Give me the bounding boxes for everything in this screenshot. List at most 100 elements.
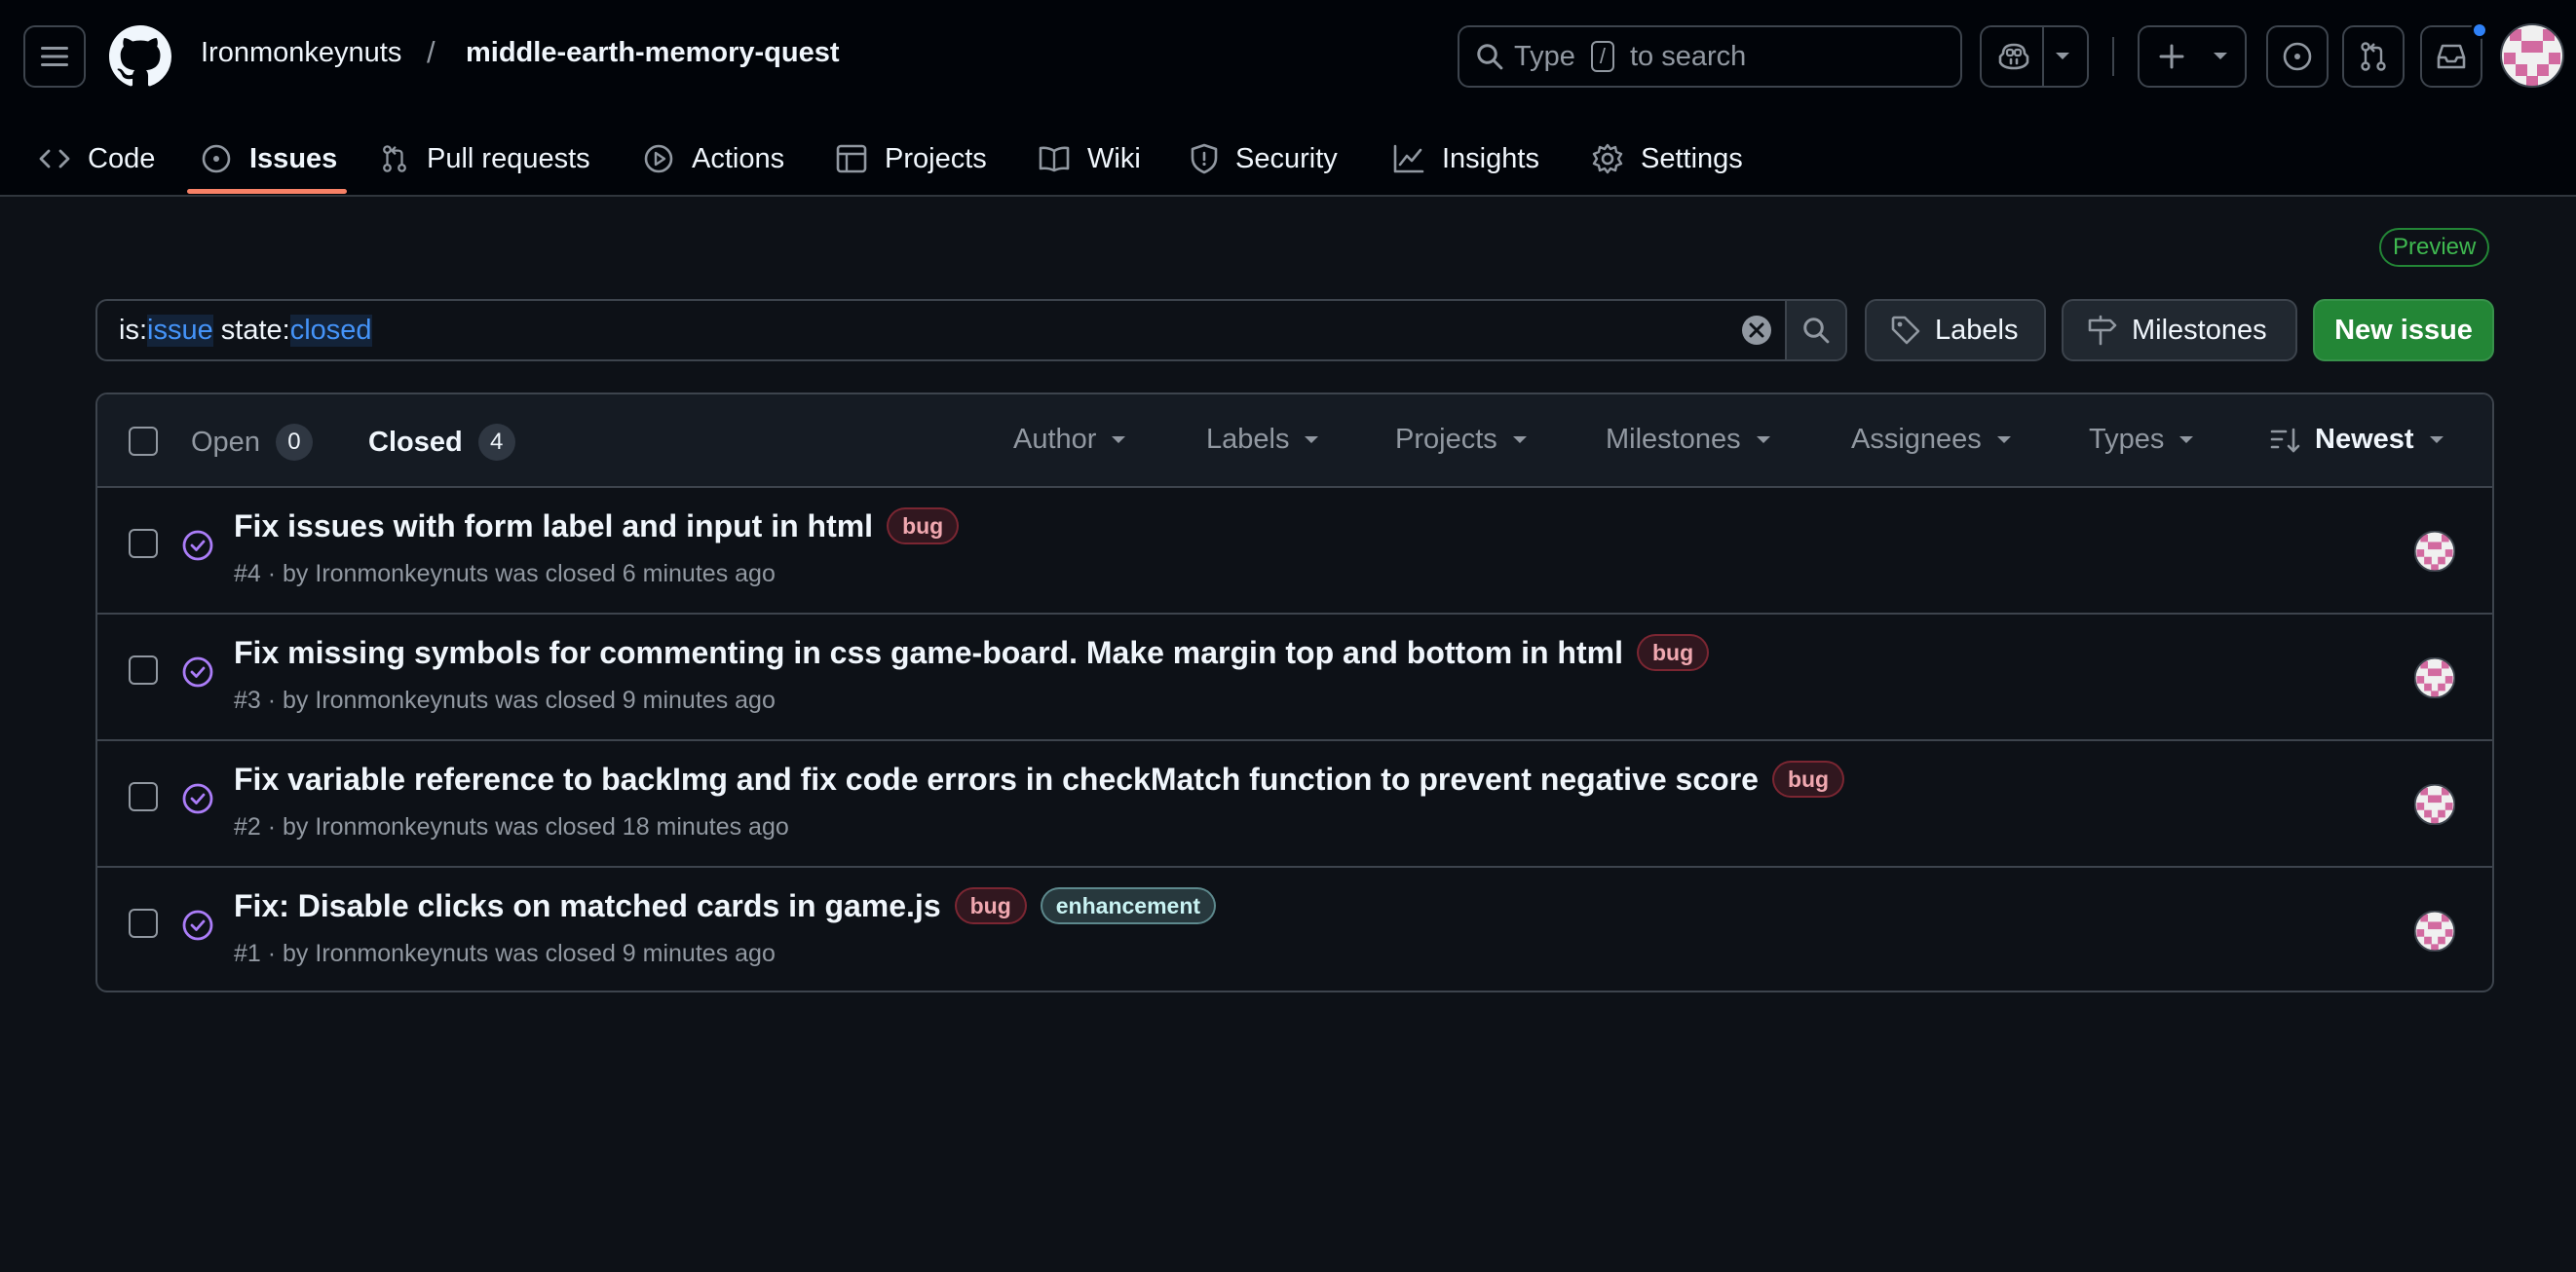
app-header: Ironmonkeynuts / middle-earth-memory-que… — [0, 0, 2576, 197]
issue-title-link[interactable]: Fix variable reference to backImg and fi… — [234, 762, 1759, 798]
milestone-icon — [2087, 315, 2118, 346]
filter-author-label: Author — [1013, 424, 1097, 455]
issue-checkbox[interactable] — [129, 529, 158, 558]
issue-checkbox[interactable] — [129, 782, 158, 811]
issue-checkbox[interactable] — [129, 909, 158, 938]
assignee-avatar[interactable] — [2414, 531, 2455, 572]
copilot-button[interactable] — [1980, 25, 2089, 88]
sort-dropdown[interactable]: Newest — [2270, 424, 2445, 456]
tab-actions[interactable]: Actions — [643, 121, 784, 197]
graph-icon — [1393, 144, 1424, 173]
filter-assignees[interactable]: Assignees — [1851, 424, 2013, 456]
filter-author[interactable]: Author — [1013, 424, 1127, 456]
create-new-button[interactable] — [2138, 25, 2247, 88]
plus-icon — [2159, 44, 2184, 69]
hamburger-icon — [41, 45, 68, 68]
tab-issues[interactable]: Issues — [201, 121, 337, 197]
filter-types[interactable]: Types — [2089, 424, 2195, 456]
closed-issues-tab[interactable]: Closed 4 — [368, 424, 515, 461]
breadcrumb-owner[interactable]: Ironmonkeynuts — [201, 37, 401, 69]
milestones-button[interactable]: Milestones — [2062, 299, 2297, 361]
chevron-down-icon — [1995, 434, 2013, 446]
issue-title-line: Fix missing symbols for commenting in cs… — [234, 634, 1710, 671]
filter-types-label: Types — [2089, 424, 2165, 455]
issue-title-link[interactable]: Fix: Disable clicks on matched cards in … — [234, 888, 941, 924]
tab-security-label: Security — [1235, 142, 1338, 174]
label-bug[interactable]: bug — [1771, 761, 1845, 798]
global-search-input[interactable]: Type / to search — [1458, 25, 1962, 88]
closed-count-badge: 4 — [477, 424, 515, 461]
chevron-down-icon — [2178, 434, 2195, 446]
menu-button[interactable] — [23, 25, 86, 88]
closed-tab-label: Closed — [368, 426, 463, 458]
tab-security[interactable]: Security — [1191, 121, 1338, 197]
sort-desc-icon — [2270, 427, 2301, 454]
tab-settings-label: Settings — [1641, 142, 1743, 174]
filter-labels[interactable]: Labels — [1206, 424, 1320, 456]
issue-opened-icon — [201, 143, 232, 174]
breadcrumb-separator: / — [427, 35, 436, 69]
chevron-down-icon — [1755, 434, 1772, 446]
filter-milestones-label: Milestones — [1606, 424, 1741, 455]
label-bug[interactable]: bug — [887, 507, 960, 544]
chevron-down-icon — [1511, 434, 1529, 446]
label-bug[interactable]: bug — [1636, 634, 1710, 671]
tab-projects[interactable]: Projects — [836, 121, 987, 197]
issue-row[interactable]: Fix variable reference to backImg and fi… — [97, 741, 2492, 868]
query-token: issue — [147, 314, 213, 347]
tab-pull-requests-label: Pull requests — [427, 142, 590, 174]
issue-closed-icon — [181, 655, 214, 689]
issue-list: Open 0 Closed 4 Author Labels Projects M… — [95, 393, 2494, 992]
labels-button[interactable]: Labels — [1865, 299, 2046, 361]
play-icon — [643, 143, 674, 174]
label-enhancement[interactable]: enhancement — [1040, 887, 1217, 924]
issue-meta: #3 · by Ironmonkeynuts was closed 9 minu… — [234, 687, 776, 714]
user-avatar[interactable] — [2500, 23, 2564, 88]
issue-meta: #2 · by Ironmonkeynuts was closed 18 min… — [234, 813, 789, 841]
new-issue-button[interactable]: New issue — [2313, 299, 2494, 361]
tab-pull-requests[interactable]: Pull requests — [380, 121, 590, 197]
issue-row[interactable]: Fix: Disable clicks on matched cards in … — [97, 868, 2492, 991]
filter-milestones[interactable]: Milestones — [1606, 424, 1772, 456]
tab-settings[interactable]: Settings — [1592, 121, 1743, 197]
filter-search-button[interactable] — [1785, 299, 1847, 361]
issue-meta: #1 · by Ironmonkeynuts was closed 9 minu… — [234, 940, 776, 967]
labels-button-label: Labels — [1935, 314, 2019, 346]
issue-filter-input[interactable]: is: issue state: closed — [95, 299, 1787, 361]
issue-title-link[interactable]: Fix issues with form label and input in … — [234, 508, 873, 544]
issue-row[interactable]: Fix missing symbols for commenting in cs… — [97, 615, 2492, 741]
open-tab-label: Open — [191, 426, 260, 458]
filter-projects[interactable]: Projects — [1395, 424, 1529, 456]
issue-title-line: Fix issues with form label and input in … — [234, 507, 960, 544]
chevron-down-icon[interactable] — [2054, 51, 2071, 62]
assignee-avatar[interactable] — [2414, 784, 2455, 825]
issues-shortcut-button[interactable] — [2266, 25, 2329, 88]
filter-projects-label: Projects — [1395, 424, 1497, 455]
tab-insights[interactable]: Insights — [1393, 121, 1539, 197]
book-icon — [1039, 145, 1070, 172]
issue-row[interactable]: Fix issues with form label and input in … — [97, 488, 2492, 615]
issue-title-link[interactable]: Fix missing symbols for commenting in cs… — [234, 635, 1623, 671]
pull-requests-shortcut-button[interactable] — [2342, 25, 2405, 88]
chevron-down-icon — [2428, 434, 2445, 446]
tab-code[interactable]: Code — [39, 121, 155, 197]
label-bug[interactable]: bug — [954, 887, 1027, 924]
tab-issues-label: Issues — [249, 142, 338, 174]
issue-checkbox[interactable] — [129, 655, 158, 685]
assignee-avatar[interactable] — [2414, 657, 2455, 698]
tag-icon — [1890, 315, 1921, 346]
open-issues-tab[interactable]: Open 0 — [191, 424, 313, 461]
tab-code-label: Code — [88, 142, 156, 174]
breadcrumb-repo[interactable]: middle-earth-memory-quest — [466, 37, 840, 69]
clear-filter-icon[interactable] — [1740, 314, 1773, 347]
tab-wiki[interactable]: Wiki — [1039, 121, 1141, 197]
tab-projects-label: Projects — [885, 142, 987, 174]
assignee-avatar[interactable] — [2414, 911, 2455, 952]
select-all-checkbox[interactable] — [129, 427, 158, 456]
github-logo-icon[interactable] — [109, 25, 171, 88]
search-icon — [1475, 42, 1504, 71]
gear-icon — [1592, 143, 1623, 174]
copilot-icon — [1997, 42, 2030, 71]
open-count-badge: 0 — [275, 424, 313, 461]
chevron-down-icon — [1303, 434, 1320, 446]
